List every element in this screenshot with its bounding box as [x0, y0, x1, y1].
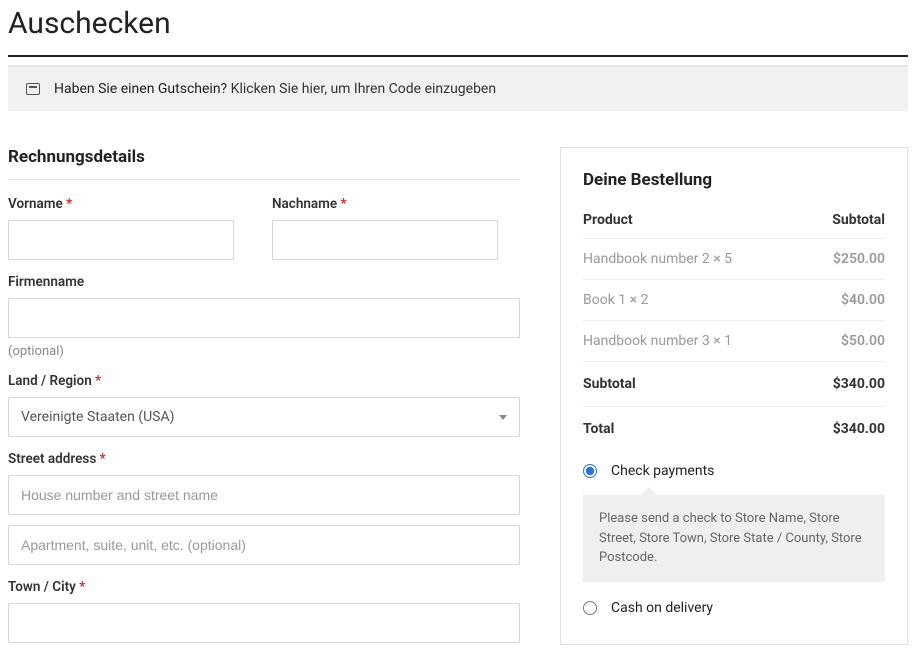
street-label: Street address * [8, 451, 520, 467]
payment-check-radio[interactable] [583, 464, 597, 478]
payment-cod-radio[interactable] [583, 601, 597, 615]
billing-section: Rechnungsdetails Vorname * Nachname * Fi… [8, 147, 520, 657]
divider [8, 55, 908, 57]
item-price: $250.00 [833, 251, 885, 267]
country-select[interactable]: Vereinigte Staaten (USA) [8, 397, 520, 437]
order-summary: Deine Bestellung Product Subtotal Handbo… [560, 147, 908, 645]
lastname-label: Nachname * [272, 196, 498, 212]
city-label: Town / City * [8, 579, 520, 595]
payment-check-label: Check payments [611, 463, 714, 479]
payment-check-option[interactable]: Check payments [583, 457, 885, 485]
item-price: $50.00 [841, 333, 885, 349]
company-optional: (optional) [8, 344, 520, 359]
firstname-label: Vorname * [8, 196, 234, 212]
total-value: $340.00 [833, 421, 885, 437]
chevron-down-icon [499, 415, 507, 420]
coupon-question: Haben Sie einen Gutschein? [54, 81, 227, 97]
item-qty: × 5 [713, 251, 732, 267]
item-name: Handbook number 2 [583, 251, 710, 267]
order-item-row: Handbook number 3 × 1 $50.00 [583, 321, 885, 362]
item-name: Book 1 [583, 292, 626, 308]
page-title: Auschecken [8, 6, 908, 41]
country-value: Vereinigte Staaten (USA) [21, 409, 174, 425]
item-price: $40.00 [841, 292, 885, 308]
item-qty: × 2 [630, 292, 649, 308]
lastname-input[interactable] [272, 220, 498, 260]
company-input[interactable] [8, 298, 520, 338]
company-label: Firmenname [8, 274, 520, 290]
order-heading: Deine Bestellung [583, 170, 885, 190]
col-subtotal: Subtotal [832, 212, 885, 228]
street1-input[interactable] [8, 475, 520, 515]
billing-heading: Rechnungsdetails [8, 147, 520, 180]
coupon-icon [26, 83, 40, 95]
order-item-row: Handbook number 2 × 5 $250.00 [583, 239, 885, 280]
coupon-notice: Haben Sie einen Gutschein? Klicken Sie h… [8, 65, 908, 111]
order-item-row: Book 1 × 2 $40.00 [583, 280, 885, 321]
firstname-input[interactable] [8, 220, 234, 260]
subtotal-value: $340.00 [833, 376, 885, 392]
subtotal-label: Subtotal [583, 376, 636, 392]
item-qty: × 1 [713, 333, 732, 349]
col-product: Product [583, 212, 633, 228]
payment-check-description: Please send a check to Store Name, Store… [583, 495, 885, 582]
coupon-text: Haben Sie einen Gutschein? Klicken Sie h… [54, 81, 496, 97]
city-input[interactable] [8, 603, 520, 643]
item-name: Handbook number 3 [583, 333, 710, 349]
payment-cod-option[interactable]: Cash on delivery [583, 594, 885, 622]
total-label: Total [583, 421, 614, 437]
payment-cod-label: Cash on delivery [611, 600, 713, 616]
coupon-toggle-link[interactable]: Klicken Sie hier, um Ihren Code einzugeb… [231, 81, 496, 97]
country-label: Land / Region * [8, 373, 520, 389]
street2-input[interactable] [8, 525, 520, 565]
